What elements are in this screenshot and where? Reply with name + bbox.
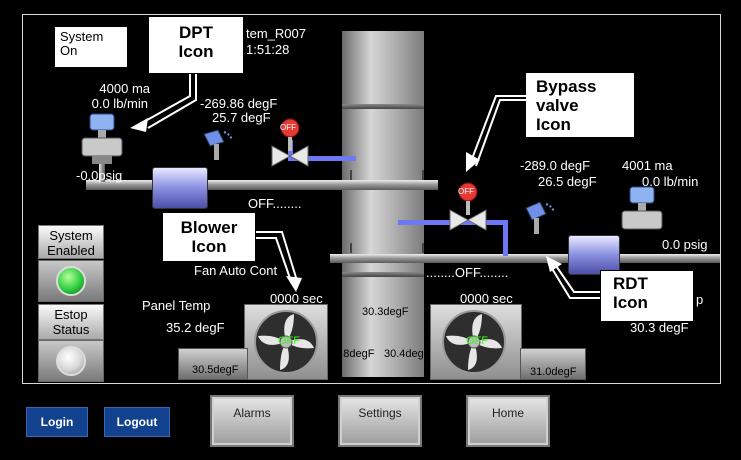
blower-right-timer: 0000 sec — [460, 291, 513, 306]
right-panel-value: 30.3 degF — [630, 320, 689, 335]
tower-left-temp: 30.8degF — [328, 348, 375, 360]
right-panel-label-fragment: p — [696, 292, 704, 307]
motor-left-temp: 30.5degF — [192, 364, 239, 376]
blower-left-timer: 0000 sec — [270, 291, 323, 306]
blower-left-state: OFF — [278, 335, 300, 347]
home-button[interactable]: Home — [466, 395, 550, 447]
tower-right-temp: 30.4degF — [384, 348, 431, 360]
system-enabled-label: System Enabled — [38, 225, 104, 259]
blower-right-state: OFF — [466, 335, 488, 347]
motor-right-temp: 31.0degF — [530, 366, 577, 378]
panel-temp-value: 35.2 degF — [166, 320, 225, 335]
estop-status-led — [56, 346, 86, 376]
column-temp: 30.3degF — [362, 306, 409, 318]
login-button[interactable]: Login — [26, 407, 88, 437]
system-enabled-led — [56, 266, 86, 296]
settings-button[interactable]: Settings — [338, 395, 422, 447]
panel-temp-label: Panel Temp — [142, 298, 211, 313]
logout-button[interactable]: Logout — [104, 407, 170, 437]
estop-status-label: Estop Status — [38, 304, 104, 340]
callout-arrows — [130, 74, 600, 299]
alarms-button[interactable]: Alarms — [210, 395, 294, 447]
